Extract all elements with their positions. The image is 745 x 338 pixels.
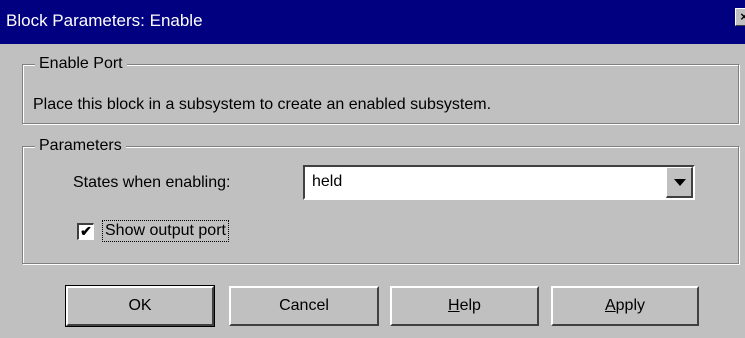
- states-when-enabling-select[interactable]: held: [303, 165, 695, 200]
- show-output-port-label[interactable]: Show output port: [102, 220, 229, 242]
- apply-button[interactable]: Apply: [551, 286, 699, 326]
- ok-button[interactable]: OK: [65, 285, 215, 327]
- window-title: Block Parameters: Enable: [6, 11, 203, 30]
- help-label-rest: elp: [459, 297, 481, 314]
- parameters-legend: Parameters: [35, 136, 126, 156]
- help-button[interactable]: Help: [390, 286, 539, 326]
- show-output-port-checkbox[interactable]: ✔: [77, 223, 94, 240]
- title-bar: Block Parameters: Enable ×: [0, 0, 745, 44]
- parameters-group: Parameters: [22, 136, 739, 264]
- enable-port-description: Place this block in a subsystem to creat…: [33, 96, 492, 113]
- close-icon: ×: [740, 9, 745, 24]
- chevron-down-icon: [674, 179, 686, 186]
- cancel-button[interactable]: Cancel: [229, 286, 379, 326]
- enable-port-legend: Enable Port: [35, 54, 127, 74]
- dropdown-button[interactable]: [666, 167, 693, 198]
- states-when-enabling-label: States when enabling:: [73, 174, 231, 191]
- apply-mnemonic: A: [604, 297, 616, 314]
- close-button[interactable]: ×: [735, 8, 745, 26]
- checkmark-icon: ✔: [80, 223, 92, 239]
- states-when-enabling-value: held: [312, 173, 343, 190]
- help-mnemonic: H: [448, 297, 460, 314]
- enable-port-group: Enable Port Place this block in a subsys…: [22, 54, 739, 124]
- apply-label-rest: pply: [615, 297, 646, 314]
